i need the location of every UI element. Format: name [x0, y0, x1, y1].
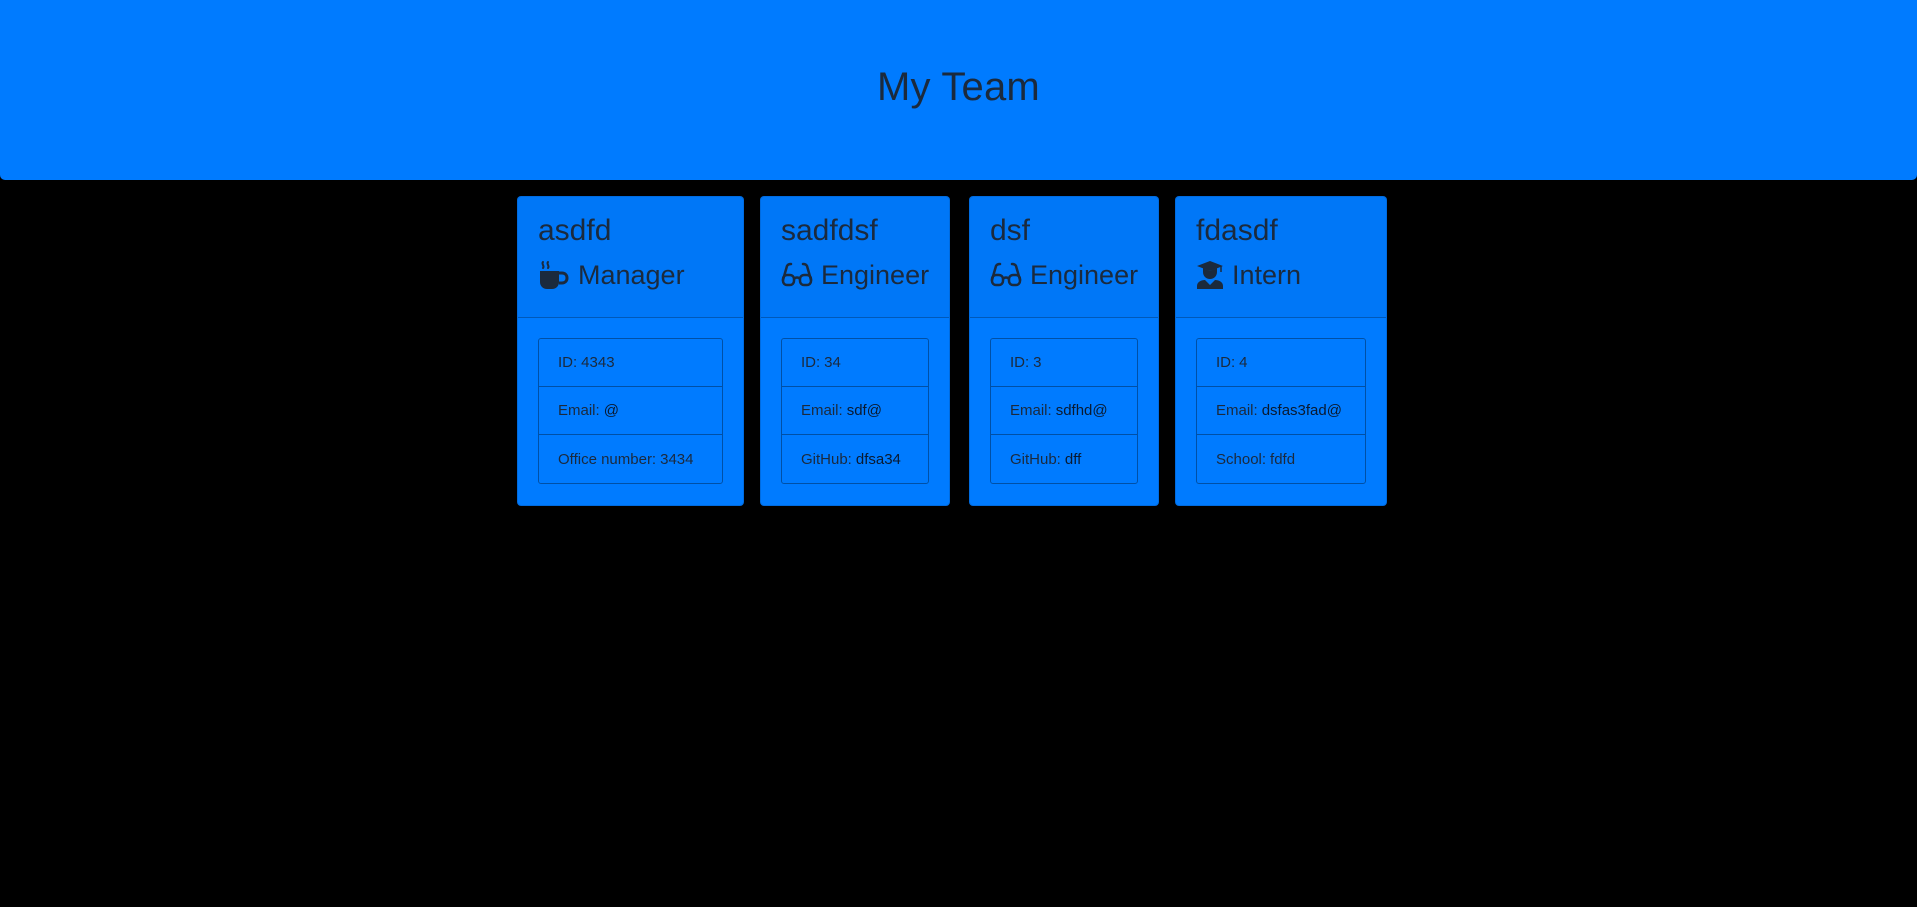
employee-school: School: fdfd	[1216, 450, 1296, 468]
employee-github: GitHub: dfsa34	[801, 450, 901, 468]
card-header: fdasdf Intern	[1176, 197, 1386, 318]
employee-details: ID: 34 Email: sdf@ GitHub: dfsa34	[781, 338, 929, 484]
employee-name: asdfd	[538, 214, 612, 247]
employee-github: GitHub: dff	[1010, 450, 1082, 468]
employee-email: Email: @	[539, 387, 722, 435]
employee-role: Engineer	[781, 259, 929, 291]
card-header: asdfd Manager	[518, 197, 743, 318]
email-link[interactable]: dsfas3fad@	[1262, 402, 1342, 419]
card-body: ID: 4343 Email: @ Office number: 3434	[518, 318, 743, 484]
role-label: Manager	[578, 260, 685, 290]
employee-card-engineer: dsf Engineer ID: 3 Email: sdfhd@ GitHub:…	[969, 196, 1159, 506]
card-body: ID: 34 Email: sdf@ GitHub: dfsa34	[761, 318, 949, 484]
github-link[interactable]: dff	[1065, 451, 1081, 468]
page-title: My Team	[877, 65, 1040, 109]
card-body: ID: 3 Email: sdfhd@ GitHub: dff	[970, 318, 1158, 484]
role-label: Engineer	[1030, 260, 1139, 290]
employee-role: Engineer	[990, 259, 1138, 291]
employee-id: ID: 3	[991, 339, 1137, 387]
glasses-icon	[990, 260, 1022, 290]
card-header: sadfdsf Engineer	[761, 197, 949, 318]
mug-icon	[538, 260, 570, 290]
employee-card-manager: asdfd Manager ID: 4343 Email: @ Office n…	[517, 196, 744, 506]
employee-id: ID: 4343	[539, 339, 722, 387]
employee-email: Email: sdfhd@	[991, 387, 1137, 435]
graduate-icon	[1196, 260, 1224, 290]
page-header: My Team	[0, 0, 1917, 180]
email-link[interactable]: sdf@	[847, 402, 882, 419]
employee-details: ID: 4 Email: dsfas3fad@ School: fdfd	[1196, 338, 1366, 484]
card-header: dsf Engineer	[970, 197, 1158, 318]
card-body: ID: 4 Email: dsfas3fad@ School: fdfd	[1176, 318, 1386, 484]
employee-card-engineer: sadfdsf Engineer ID: 34 Email: sdf@ GitH…	[760, 196, 950, 506]
employee-name: fdasdf	[1196, 214, 1278, 247]
employee-email: Email: sdf@	[782, 387, 928, 435]
employee-email: Email: dsfas3fad@	[1197, 387, 1365, 435]
employee-name: dsf	[990, 214, 1031, 247]
employee-name: sadfdsf	[781, 214, 878, 247]
employee-id: ID: 34	[782, 339, 928, 387]
github-link[interactable]: dfsa34	[856, 451, 901, 468]
email-link[interactable]: sdfhd@	[1056, 402, 1108, 419]
employee-details: ID: 4343 Email: @ Office number: 3434	[538, 338, 723, 484]
employee-office-number: Office number: 3434	[558, 450, 694, 468]
employee-role: Manager	[538, 259, 723, 291]
employee-id: ID: 4	[1197, 339, 1365, 387]
glasses-icon	[781, 260, 813, 290]
role-label: Intern	[1232, 260, 1302, 290]
role-label: Engineer	[821, 260, 930, 290]
employee-details: ID: 3 Email: sdfhd@ GitHub: dff	[990, 338, 1138, 484]
employee-card-intern: fdasdf Intern ID: 4 Email: dsfas3fad@ Sc…	[1175, 196, 1387, 506]
email-link[interactable]: @	[604, 402, 619, 419]
employee-role: Intern	[1196, 259, 1366, 291]
